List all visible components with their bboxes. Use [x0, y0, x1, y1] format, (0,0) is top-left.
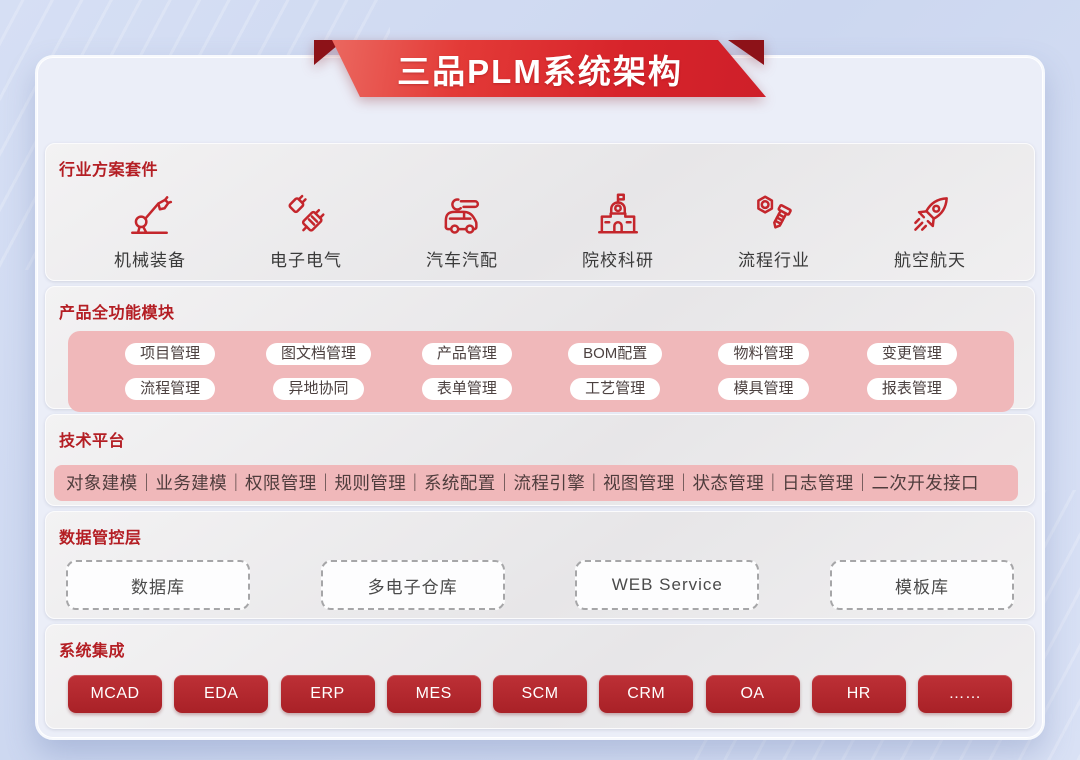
industry-list: 机械装备 电子电气 汽车汽配 院校科研: [46, 180, 1034, 271]
module-pill: 报表管理: [867, 378, 957, 400]
data-layer-box: 多电子仓库: [321, 560, 505, 610]
section-header-industry: 行业方案套件: [46, 144, 1034, 180]
module-pill: 图文档管理: [266, 343, 371, 365]
tech-platform-bar: 对象建模｜业务建模｜权限管理｜规则管理｜系统配置｜流程引擎｜视图管理｜状态管理｜…: [54, 465, 1018, 501]
module-pill: 流程管理: [125, 378, 215, 400]
industry-icon: [125, 190, 175, 240]
integration-button: ……: [918, 675, 1012, 713]
section-data-layer: 数据管控层 数据库 多电子仓库 WEB Service 模板库: [45, 511, 1035, 619]
module-pill: 变更管理: [867, 343, 957, 365]
integration-button: MCAD: [68, 675, 162, 713]
module-pill: 物料管理: [718, 343, 808, 365]
section-product-modules: 产品全功能模块 项目管理 图文档管理 产品管理 BOM配置 物料管理 变更管理 …: [45, 286, 1035, 409]
industry-label: 流程行业: [738, 246, 810, 271]
industry-item: 院校科研: [553, 190, 683, 271]
industry-icon: [437, 190, 487, 240]
integration-button: ERP: [281, 675, 375, 713]
industry-icon: [905, 190, 955, 240]
module-pill-panel: 项目管理 图文档管理 产品管理 BOM配置 物料管理 变更管理 流程管理 异地协…: [68, 331, 1014, 412]
integration-button: OA: [706, 675, 800, 713]
module-pill: 项目管理: [125, 343, 215, 365]
page-title: 三品PLM系统架构: [397, 45, 683, 93]
industry-label: 机械装备: [114, 246, 186, 271]
data-layer-box: 数据库: [66, 560, 250, 610]
integration-button: CRM: [599, 675, 693, 713]
integration-list: MCAD EDA ERP MES SCM CRM OA HR ……: [46, 661, 1034, 713]
industry-label: 电子电气: [270, 246, 342, 271]
module-pill: 工艺管理: [570, 378, 660, 400]
section-header-tech: 技术平台: [46, 415, 1034, 451]
industry-item: 汽车汽配: [397, 190, 527, 271]
section-industry-solutions: 行业方案套件 机械装备 电子电气 汽车汽配: [45, 143, 1035, 281]
integration-button: SCM: [493, 675, 587, 713]
data-layer-box: WEB Service: [575, 560, 759, 610]
section-header-integration: 系统集成: [46, 625, 1034, 661]
industry-label: 院校科研: [582, 246, 654, 271]
architecture-panel: 行业方案套件 机械装备 电子电气 汽车汽配: [35, 55, 1045, 740]
industry-item: 航空航天: [865, 190, 995, 271]
industry-icon: [593, 190, 643, 240]
industry-item: 电子电气: [241, 190, 371, 271]
section-system-integration: 系统集成 MCAD EDA ERP MES SCM CRM OA HR ……: [45, 624, 1035, 729]
section-header-modules: 产品全功能模块: [46, 287, 1034, 323]
data-layer-list: 数据库 多电子仓库 WEB Service 模板库: [46, 548, 1034, 610]
ribbon-body: 三品PLM系统架构: [314, 40, 766, 97]
industry-label: 汽车汽配: [426, 246, 498, 271]
industry-icon: [281, 190, 331, 240]
module-pill: 模具管理: [718, 378, 808, 400]
section-header-data-layer: 数据管控层: [46, 512, 1034, 548]
integration-button: EDA: [174, 675, 268, 713]
section-tech-platform: 技术平台 对象建模｜业务建模｜权限管理｜规则管理｜系统配置｜流程引擎｜视图管理｜…: [45, 414, 1035, 506]
industry-label: 航空航天: [894, 246, 966, 271]
integration-button: HR: [812, 675, 906, 713]
data-layer-box: 模板库: [830, 560, 1014, 610]
title-ribbon: 三品PLM系统架构: [314, 40, 766, 97]
module-pill: 表单管理: [422, 378, 512, 400]
module-pill: 产品管理: [422, 343, 512, 365]
module-pill: 异地协同: [273, 378, 363, 400]
industry-item: 机械装备: [85, 190, 215, 271]
industry-item: 流程行业: [709, 190, 839, 271]
integration-button: MES: [387, 675, 481, 713]
industry-icon: [749, 190, 799, 240]
module-pill: BOM配置: [568, 343, 662, 365]
